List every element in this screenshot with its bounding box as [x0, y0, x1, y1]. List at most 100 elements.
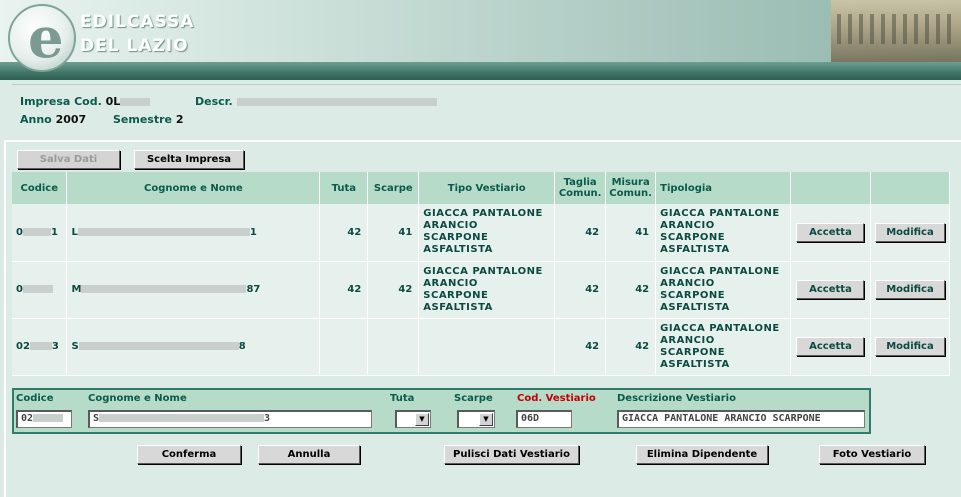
tipo-line: ASFALTISTA: [423, 301, 493, 313]
col-scarpe-header: Scarpe: [367, 172, 420, 204]
nome-visible-start: S: [71, 341, 79, 352]
modifica-button[interactable]: Modifica: [874, 222, 945, 242]
nome-visible-end: 8: [238, 341, 246, 352]
tipologia-line: SCARPONE: [660, 346, 726, 358]
header-banner: e EDILCASSA DEL LAZIO: [0, 0, 961, 80]
row-nome: S8: [66, 318, 321, 376]
tipologia-line: ARANCIO: [660, 220, 715, 232]
conferma-button[interactable]: Conferma: [137, 445, 241, 464]
tipologia-line: ARANCIO: [660, 277, 715, 289]
masked-nome: [77, 227, 250, 236]
row-codice: 02 3: [12, 318, 68, 376]
row-tuta: [319, 318, 369, 376]
impresa-info-panel: Impresa Cod. 0L Descr. Anno 2007 Semestr…: [12, 84, 961, 134]
row-misura: 42: [605, 318, 657, 376]
row-tipologia: GIACCA PANTALONE ARANCIO SCARPONE ASFALT…: [655, 261, 791, 319]
tipo-line: ARANCIO: [423, 277, 478, 289]
annulla-button[interactable]: Annulla: [258, 445, 360, 464]
tipo-line: ASFALTISTA: [423, 244, 493, 256]
descr-vestiario-label: Descrizione Vestiario: [617, 393, 736, 404]
nome-visible-end: 87: [246, 284, 261, 295]
tipologia-line: GIACCA PANTALONE: [660, 322, 780, 334]
cod-vestiario-field[interactable]: 06D: [516, 410, 572, 428]
anno-label: Anno: [20, 113, 52, 126]
row-tipologia: GIACCA PANTALONE ARANCIO SCARPONE ASFALT…: [655, 318, 791, 376]
tipo-line: ARANCIO: [423, 220, 478, 232]
scelta-impresa-button[interactable]: Scelta Impresa: [134, 150, 244, 169]
nome-visible-end: 1: [249, 226, 257, 238]
elimina-dipendente-button[interactable]: Elimina Dipendente: [636, 445, 768, 464]
foto-vestiario-button[interactable]: Foto Vestiario: [819, 445, 925, 464]
codice-visible-start: 02: [16, 341, 30, 352]
col-misura-header: Misura Comun.: [605, 172, 657, 204]
semestre-label: Semestre: [113, 113, 172, 126]
row-taglia: 42: [554, 318, 607, 376]
row-codice: 01: [12, 204, 68, 262]
dipendenti-table: Codice Cognome e Nome Tuta Scarpe Tipo V…: [12, 172, 951, 376]
tipologia-line: GIACCA PANTALONE: [660, 208, 780, 220]
row-nome: M 87: [66, 261, 321, 319]
row-scarpe: 41: [367, 204, 420, 262]
modifica-button[interactable]: Modifica: [874, 280, 945, 299]
masked-codice: [22, 227, 51, 236]
nome-field[interactable]: S3: [88, 410, 372, 428]
scarpe-select[interactable]: ▼: [457, 410, 495, 428]
row-modifica-cell: Modifica: [870, 261, 951, 319]
brand-line-2: DEL LAZIO: [80, 36, 189, 56]
semestre-value: 2: [175, 113, 184, 126]
table-row: 01 L1 42 41 GIACCA PANTALONE ARANCIO SCA…: [12, 204, 951, 262]
table-row: 02 3 S8 42 42 GIACCA PANTALONE ARANCIO SC…: [12, 318, 951, 376]
col-taglia-header: Taglia Comun.: [554, 172, 607, 204]
impresa-label: Impresa Cod.: [20, 95, 102, 108]
impresa-value: 0L: [105, 95, 121, 108]
codice-field[interactable]: 02: [16, 410, 72, 428]
anno-value: 2007: [55, 113, 87, 126]
nome-label: Cognome e Nome: [88, 393, 187, 404]
codice-visible-start: 0: [16, 226, 23, 238]
modifica-button[interactable]: Modifica: [874, 337, 945, 356]
masked-nome: [81, 285, 247, 293]
tipo-line: GIACCA PANTALONE: [423, 208, 543, 220]
tipologia-line: SCARPONE: [660, 289, 726, 301]
tipo-line: GIACCA PANTALONE: [423, 265, 543, 277]
accetta-button[interactable]: Accetta: [796, 280, 865, 299]
descr-label: Descr.: [195, 95, 233, 108]
row-accetta-cell: Accetta: [790, 318, 871, 376]
row-tuta: 42: [319, 261, 369, 319]
chevron-down-icon[interactable]: ▼: [479, 413, 493, 426]
col-nome-header: Cognome e Nome: [66, 172, 321, 204]
col-codice-header: Codice: [12, 172, 68, 204]
brand-line-1: EDILCASSA: [80, 12, 195, 32]
row-modifica-cell: Modifica: [870, 204, 951, 262]
impresa-code-row: Impresa Cod. 0L: [20, 95, 151, 108]
tipologia-line: GIACCA PANTALONE: [660, 265, 780, 277]
row-tipo-vestiario: GIACCA PANTALONE ARANCIO SCARPONE ASFALT…: [418, 204, 556, 262]
edilcassa-logo-icon: e: [8, 4, 76, 72]
nome-visible-start: M: [71, 284, 82, 295]
semestre-row: Semestre 2: [113, 113, 184, 126]
row-modifica-cell: Modifica: [870, 318, 951, 376]
codice-field-value: 02: [21, 413, 34, 424]
tuta-select[interactable]: ▼: [395, 410, 431, 428]
pulisci-dati-vestiario-button[interactable]: Pulisci Dati Vestiario: [444, 445, 579, 464]
descr-row: Descr.: [195, 95, 437, 108]
row-nome: L1: [66, 204, 321, 262]
masked-nome: [78, 342, 239, 350]
row-misura: 42: [605, 261, 657, 319]
chevron-down-icon[interactable]: ▼: [415, 413, 429, 426]
logo-e-glyph: e: [28, 5, 64, 71]
salva-dati-button[interactable]: Salva Dati: [17, 150, 120, 169]
scarpe-label: Scarpe: [454, 393, 493, 404]
codice-visible-start: 0: [16, 284, 23, 295]
accetta-button[interactable]: Accetta: [796, 337, 865, 356]
descr-vestiario-field[interactable]: GIACCA PANTALONE ARANCIO SCARPONE: [617, 410, 865, 428]
col-modifica-header: [870, 172, 951, 204]
accetta-button[interactable]: Accetta: [796, 222, 865, 242]
codice-visible-end: 3: [51, 341, 59, 352]
row-taglia: 42: [554, 204, 607, 262]
tipo-line: SCARPONE: [423, 232, 489, 244]
row-tipologia: GIACCA PANTALONE ARANCIO SCARPONE ASFALT…: [655, 204, 791, 262]
masked-nome-field: [99, 414, 265, 422]
tipologia-line: ARANCIO: [660, 334, 715, 346]
row-tipo-vestiario: GIACCA PANTALONE ARANCIO SCARPONE ASFALT…: [418, 261, 556, 319]
